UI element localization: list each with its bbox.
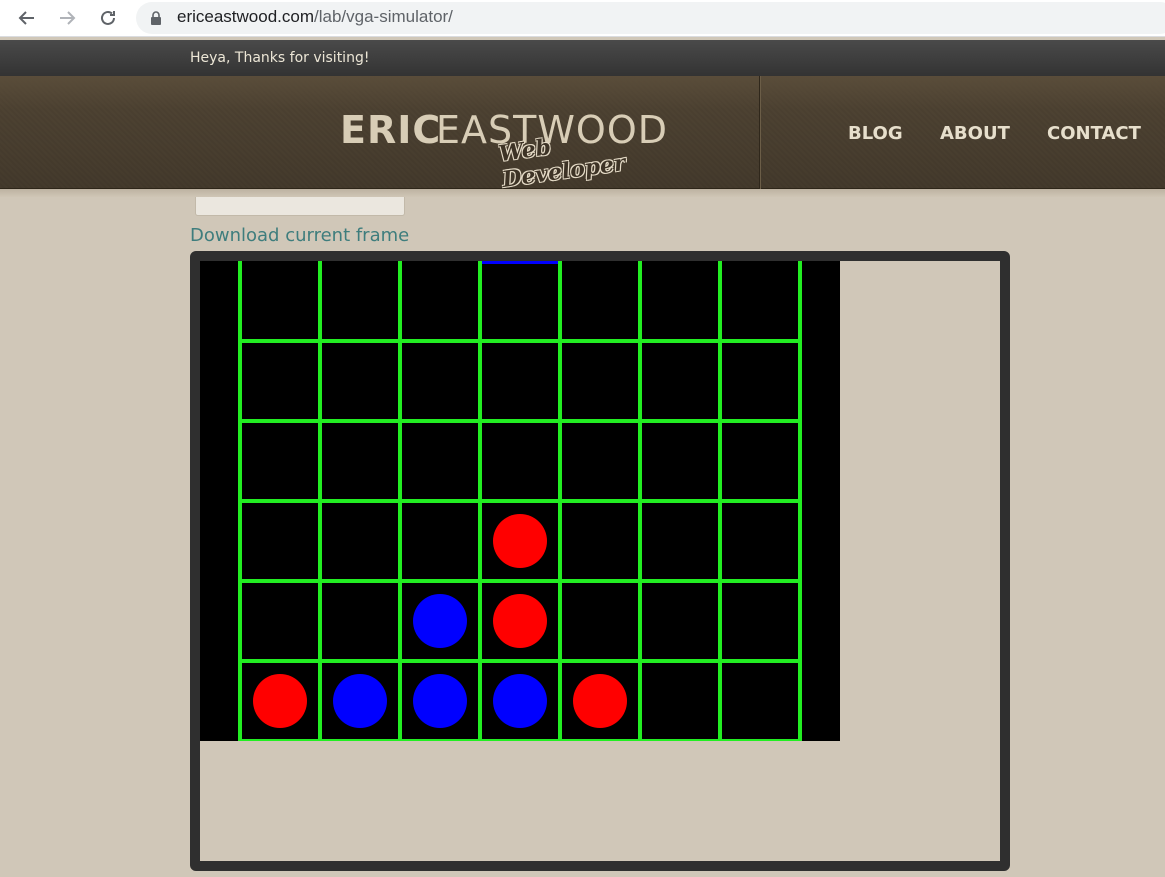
header-divider [759, 76, 761, 189]
grid-line-horizontal [240, 579, 800, 583]
site-topbar: Heya, Thanks for visiting! [0, 40, 1165, 76]
url-path: /lab/vga-simulator/ [314, 7, 453, 26]
download-frame-link[interactable]: Download current frame [190, 225, 409, 246]
reload-icon [101, 10, 115, 25]
grid-line-horizontal [240, 739, 800, 741]
logo-bold-text: ERIC [340, 108, 442, 152]
site-logo[interactable]: ERIC EASTWOOD Web Developer [340, 108, 667, 193]
url-domain: ericeastwood.com [177, 7, 315, 26]
red-piece [573, 674, 627, 728]
vga-canvas [200, 261, 840, 741]
blue-piece [413, 674, 467, 728]
grid-line-horizontal [240, 499, 800, 503]
browser-toolbar: ericeastwood.com/lab/vga-simulator/ [0, 0, 1165, 37]
text-input[interactable] [195, 197, 405, 216]
arrow-left-icon [18, 11, 34, 25]
arrow-right-icon [60, 11, 76, 25]
url-text[interactable]: ericeastwood.com/lab/vga-simulator/ [177, 7, 453, 27]
nav-blog-link[interactable]: BLOG [848, 123, 903, 144]
forward-button[interactable] [54, 5, 80, 31]
red-piece [493, 594, 547, 648]
column-hover-indicator [480, 261, 560, 264]
header-bottom-strip [0, 189, 1165, 197]
grid-line-horizontal [240, 419, 800, 423]
red-piece [253, 674, 307, 728]
blue-piece [493, 674, 547, 728]
grid-line-horizontal [240, 339, 800, 343]
reload-button[interactable] [95, 5, 121, 31]
lock-icon [151, 11, 161, 25]
nav-about-link[interactable]: ABOUT [940, 123, 1010, 144]
greeting-text: Heya, Thanks for visiting! [190, 50, 370, 66]
grid-line-horizontal [240, 659, 800, 663]
back-button[interactable] [14, 5, 40, 31]
nav-contact-link[interactable]: CONTACT [1047, 123, 1141, 144]
blue-piece [413, 594, 467, 648]
red-piece [493, 514, 547, 568]
blue-piece [333, 674, 387, 728]
